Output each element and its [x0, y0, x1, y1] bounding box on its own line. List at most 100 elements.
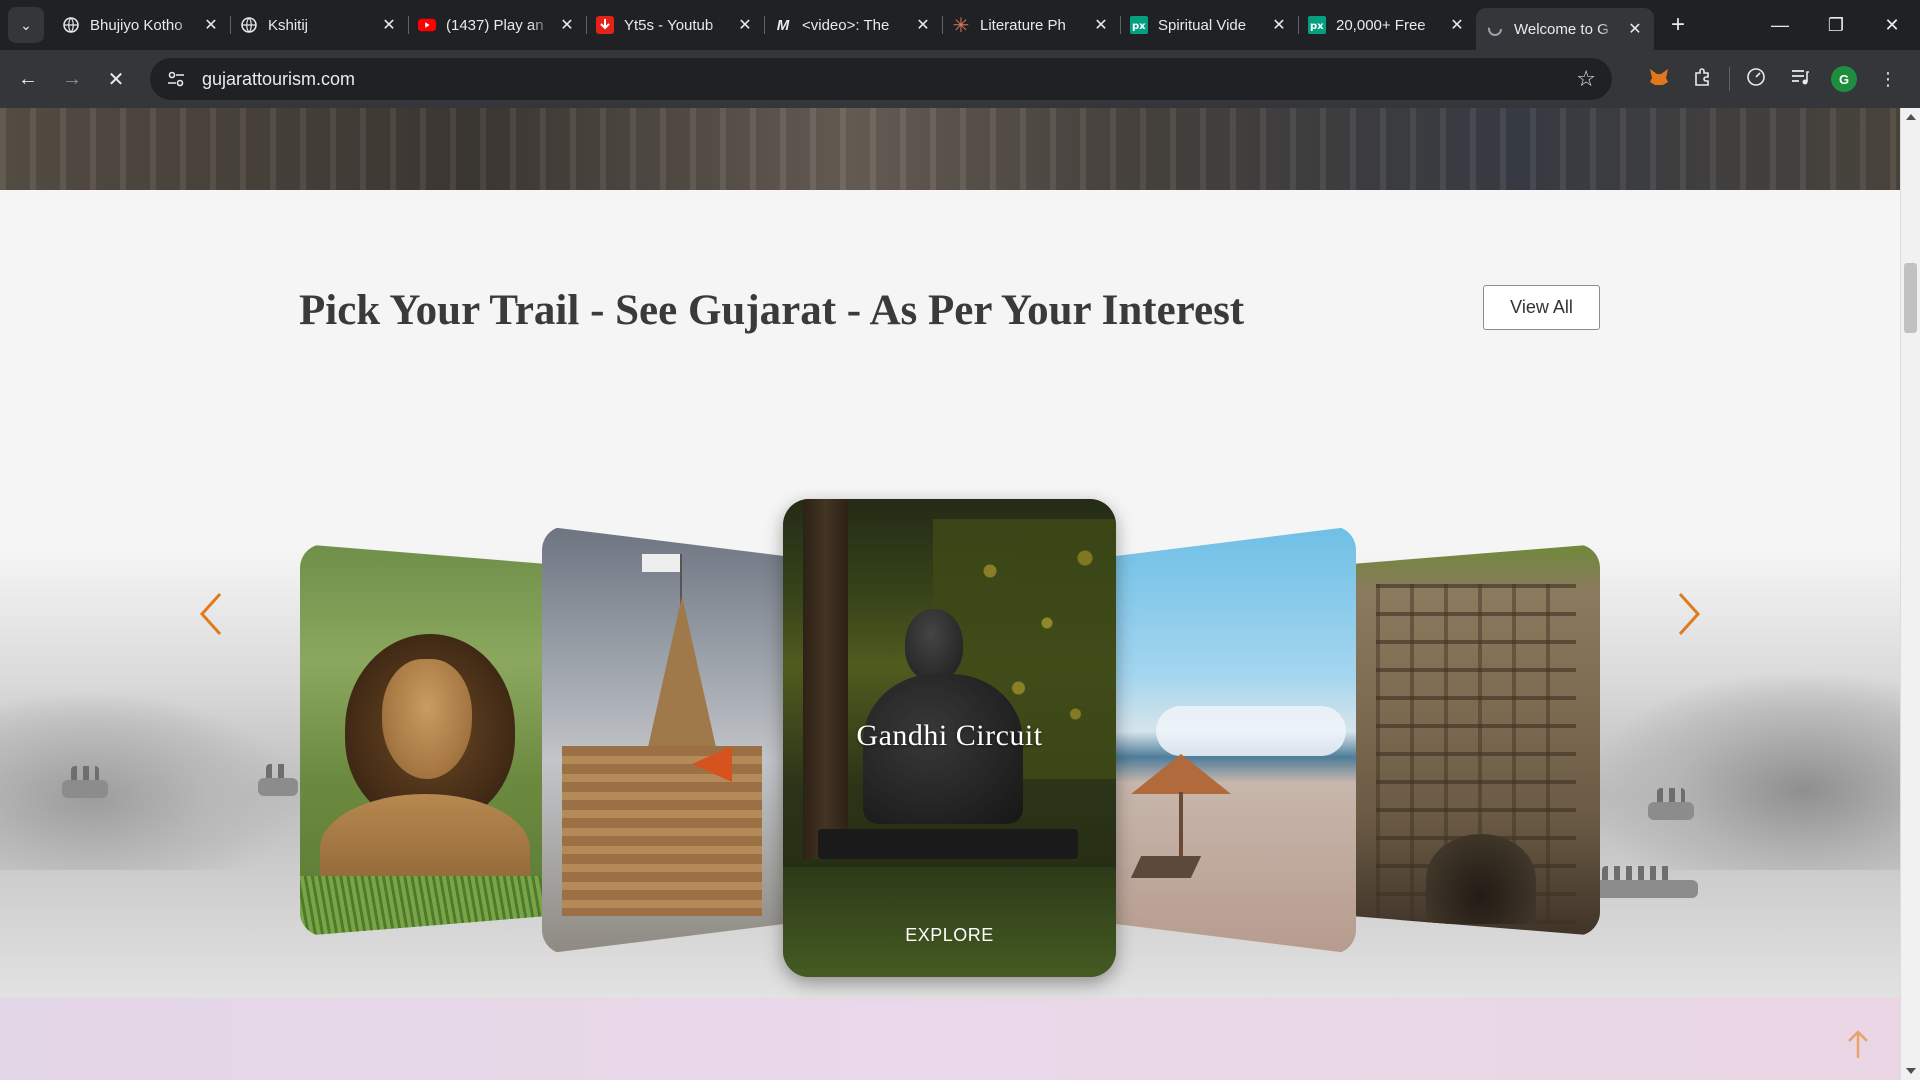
carousel-card-wildlife[interactable]	[300, 544, 542, 936]
svg-text:px: px	[1310, 21, 1324, 32]
close-icon[interactable]: ✕	[1626, 19, 1644, 39]
carousel-next-button[interactable]	[1674, 590, 1704, 638]
asterisk-icon: ✳	[952, 14, 970, 37]
chevron-left-icon	[199, 592, 222, 636]
media-controls-button[interactable]	[1778, 57, 1822, 101]
tab-title: Kshitij	[268, 16, 309, 34]
tab-title: Literature Ph	[980, 16, 1066, 34]
extensions-button[interactable]	[1681, 57, 1725, 101]
close-icon: ✕	[107, 68, 125, 91]
site-info-icon[interactable]	[164, 67, 188, 91]
url-text[interactable]: gujarattourism.com	[202, 69, 1576, 90]
umbrella	[1131, 754, 1231, 794]
scroll-down-arrow[interactable]	[1906, 1068, 1916, 1074]
new-tab-button[interactable]: +	[1660, 7, 1696, 43]
mdn-icon: M	[776, 16, 790, 34]
youtube-icon	[418, 16, 436, 34]
close-icon[interactable]: ✕	[202, 15, 220, 35]
tab-bhujiyo[interactable]: Bhujiyo Kotho ✕	[52, 7, 230, 43]
temple-body	[562, 746, 762, 916]
tab-literature[interactable]: ✳ Literature Ph ✕	[942, 7, 1120, 43]
tab-spiritual[interactable]: px Spiritual Vide ✕	[1120, 7, 1298, 43]
bookmark-star-icon[interactable]: ☆	[1576, 66, 1596, 92]
address-bar[interactable]: gujarattourism.com ☆	[150, 58, 1612, 100]
background-boat	[258, 764, 298, 796]
tab-title: Welcome to G	[1514, 20, 1609, 38]
beach-chair	[1130, 856, 1202, 878]
performance-button[interactable]	[1734, 57, 1778, 101]
back-button[interactable]: ←	[6, 57, 50, 101]
globe-icon	[240, 16, 258, 34]
explore-link[interactable]: EXPLORE	[783, 925, 1116, 946]
close-icon[interactable]: ✕	[736, 15, 754, 35]
close-icon[interactable]: ✕	[558, 15, 576, 35]
tab-title: 20,000+ Free	[1336, 16, 1426, 34]
tab-search-button[interactable]: ⌄	[8, 7, 44, 43]
plus-icon: +	[1670, 11, 1685, 38]
close-window-button[interactable]: ✕	[1864, 0, 1920, 50]
tab-gujarat-tourism[interactable]: Welcome to G ✕	[1476, 8, 1654, 50]
carousel-prev-button[interactable]	[196, 590, 226, 638]
scroll-to-top-button[interactable]	[1846, 1028, 1870, 1060]
pexels-icon: px	[1308, 16, 1326, 34]
close-icon[interactable]: ✕	[1448, 15, 1466, 35]
globe-icon	[62, 16, 80, 34]
section-title: Pick Your Trail - See Gujarat - As Per Y…	[299, 287, 1245, 334]
carousel-card-beach[interactable]	[1116, 526, 1356, 954]
restore-icon: ❐	[1827, 14, 1845, 35]
carousel-card-stepwell[interactable]	[1356, 544, 1600, 936]
minimize-icon: —	[1771, 14, 1789, 35]
close-icon[interactable]: ✕	[1092, 15, 1110, 35]
tab-list: Bhujiyo Kotho ✕ Kshitij ✕ (1437) Play an…	[52, 0, 1696, 50]
svg-text:px: px	[1132, 21, 1146, 32]
background-boat	[62, 766, 108, 798]
toolbar-divider	[1729, 67, 1730, 91]
trail-section: Pick Your Trail - See Gujarat - As Per Y…	[0, 190, 1900, 998]
avatar: G	[1831, 66, 1857, 92]
view-all-button[interactable]: View All	[1483, 285, 1600, 330]
scroll-up-arrow[interactable]	[1906, 114, 1916, 120]
more-vertical-icon: ⋮	[1879, 68, 1897, 89]
menu-button[interactable]: ⋮	[1866, 57, 1910, 101]
cloud	[1156, 706, 1346, 756]
tab-youtube[interactable]: (1437) Play an ✕	[408, 7, 586, 43]
hero-image-strip	[0, 108, 1900, 190]
tab-yt5s[interactable]: Yt5s - Youtub ✕	[586, 7, 764, 43]
restore-button[interactable]: ❐	[1808, 0, 1864, 50]
forward-button[interactable]: →	[50, 57, 94, 101]
tab-title: Bhujiyo Kotho	[90, 16, 183, 34]
carousel-card-gandhi-circuit[interactable]: Gandhi Circuit EXPLORE	[783, 499, 1116, 977]
close-icon[interactable]: ✕	[1270, 15, 1288, 35]
chevron-down-icon: ⌄	[20, 16, 32, 33]
tab-title: <video>: The	[802, 16, 890, 34]
tab-mdn-video[interactable]: M <video>: The ✕	[764, 7, 942, 43]
metamask-extension-button[interactable]	[1637, 57, 1681, 101]
stop-loading-button[interactable]: ✕	[94, 57, 138, 101]
card-title: Gandhi Circuit	[856, 719, 1043, 752]
browser-toolbar: ← → ✕ gujarattourism.com ☆ G ⋮	[0, 50, 1920, 108]
arrow-up-icon	[1848, 1030, 1868, 1058]
close-icon[interactable]: ✕	[914, 15, 932, 35]
background-trees-right	[1580, 670, 1900, 870]
carousel-card-temple[interactable]	[542, 526, 784, 954]
page-scrollbar[interactable]	[1900, 108, 1920, 1080]
close-icon: ✕	[1884, 14, 1900, 35]
toolbar-actions: G ⋮	[1637, 57, 1910, 101]
puzzle-icon	[1693, 67, 1713, 92]
minimize-button[interactable]: —	[1752, 0, 1808, 50]
arrow-left-icon: ←	[18, 67, 38, 90]
saffron-flag	[692, 746, 732, 782]
page-viewport: Pick Your Trail - See Gujarat - As Per Y…	[0, 108, 1900, 1080]
background-trees-left	[0, 690, 300, 870]
close-icon[interactable]: ✕	[380, 15, 398, 35]
scrollbar-thumb[interactable]	[1904, 263, 1917, 333]
profile-button[interactable]: G	[1822, 57, 1866, 101]
next-section-band	[0, 998, 1900, 1080]
tab-title: Yt5s - Youtub	[624, 16, 714, 34]
tab-title: (1437) Play an	[446, 16, 544, 34]
tab-kshitij[interactable]: Kshitij ✕	[230, 7, 408, 43]
lion-face	[382, 659, 472, 779]
tab-strip: ⌄ Bhujiyo Kotho ✕ Kshitij ✕ (1437) Play …	[0, 0, 1920, 50]
tab-pexels-free[interactable]: px 20,000+ Free ✕	[1298, 7, 1476, 43]
speedometer-icon	[1746, 67, 1766, 92]
